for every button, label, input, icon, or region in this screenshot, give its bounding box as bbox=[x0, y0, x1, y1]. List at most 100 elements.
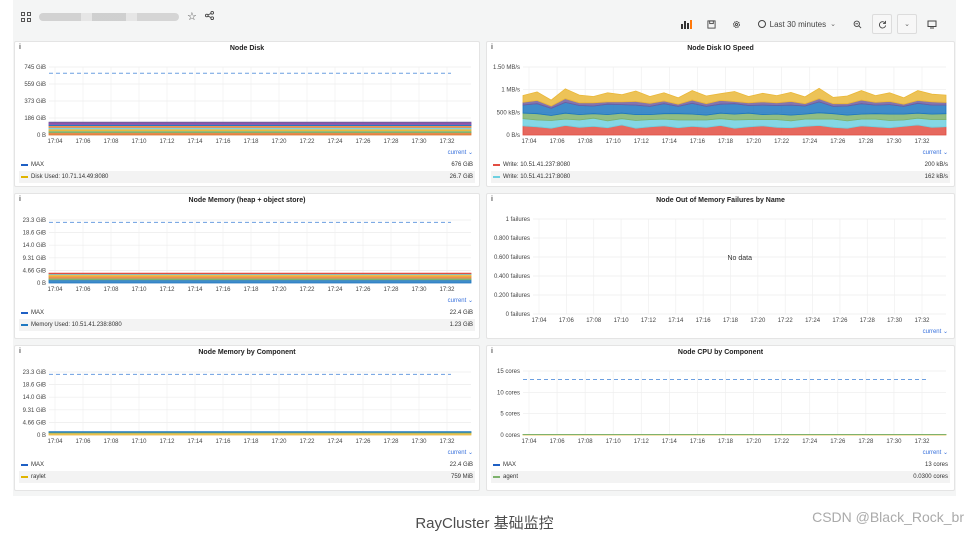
tv-mode-button[interactable] bbox=[922, 14, 942, 34]
legend-item-name: raylet bbox=[31, 474, 46, 480]
time-range-picker[interactable]: Last 30 minutes ⌄ bbox=[752, 14, 842, 34]
dashboard-settings-button[interactable] bbox=[727, 14, 747, 34]
y-tick-label: 18.6 GiB bbox=[23, 383, 46, 389]
x-tick-label: 17:14 bbox=[187, 439, 203, 445]
panel-node-cpu-by-component[interactable]: i Node CPU by Component 15 cores 10 cores 5 … bbox=[486, 345, 955, 491]
x-tick-label: 17:18 bbox=[718, 439, 734, 445]
chart-plot[interactable]: 15 cores 10 cores 5 cores 0 cores17:04 17:06… bbox=[487, 346, 955, 449]
legend-swatch bbox=[493, 476, 500, 478]
chart-plot[interactable]: 1.50 MB/s 1 MB/s 500 kB/s 0 B/s17:04 17:06 17… bbox=[487, 42, 955, 149]
legend-item[interactable]: MAX 676 GiB bbox=[19, 159, 475, 171]
legend-item[interactable]: Write: 10.51.41.237:8080 200 kB/s bbox=[491, 159, 950, 171]
panel-node-out-of-memory-failures-by-name[interactable]: i Node Out of Memory Failures by Name 1 fa… bbox=[486, 193, 955, 339]
legend-item-name: Write: 10.51.41.237:8080 bbox=[503, 162, 571, 168]
chart-plot[interactable]: 1 failures 0.800 failures 0.600 failures 0.… bbox=[487, 194, 955, 328]
y-tick-label: 0.200 failures bbox=[494, 293, 530, 299]
legend-item[interactable]: MAX 22.4 GiB bbox=[19, 459, 475, 471]
legend-item[interactable]: agent 0.0300 cores bbox=[491, 471, 950, 483]
legend-item[interactable]: MAX 22.4 GiB bbox=[19, 307, 475, 319]
y-tick-label: 373 GiB bbox=[24, 99, 46, 105]
legend-item-value: 676 GiB bbox=[451, 162, 473, 168]
x-tick-label: 17:20 bbox=[746, 139, 762, 145]
legend-item[interactable]: Disk Used: 10.71.14.49:8080 26.7 GiB bbox=[19, 171, 475, 183]
legend-item-value: 200 kB/s bbox=[924, 162, 948, 168]
chart-plot[interactable]: 23.3 GiB 18.6 GiB 14.0 GiB 9.31 GiB 4.66 GiB… bbox=[15, 194, 480, 297]
panel-node-memory-by-component[interactable]: i Node Memory by Component 23.3 GiB 18.6 Gi… bbox=[14, 345, 480, 491]
dashboards-grid-icon[interactable] bbox=[21, 11, 31, 22]
legend-item[interactable]: MAX 13 cores bbox=[491, 459, 950, 471]
x-tick-label: 17:12 bbox=[634, 439, 650, 445]
y-tick-label: 23.3 GiB bbox=[23, 370, 46, 376]
x-tick-label: 17:16 bbox=[215, 439, 231, 445]
x-tick-label: 17:14 bbox=[187, 139, 203, 145]
x-tick-label: 17:32 bbox=[439, 439, 455, 445]
x-tick-label: 17:14 bbox=[187, 287, 203, 293]
x-tick-label: 17:32 bbox=[914, 439, 930, 445]
chart-plot[interactable]: 23.3 GiB 18.6 GiB 14.0 GiB 9.31 GiB 4.66 GiB… bbox=[15, 346, 480, 449]
x-tick-label: 17:28 bbox=[858, 139, 874, 145]
legend-sort-dropdown[interactable]: current ⌄ bbox=[923, 449, 948, 456]
x-tick-label: 17:04 bbox=[47, 439, 63, 445]
refresh-interval-dropdown[interactable]: ⌄ bbox=[897, 14, 917, 34]
panel-node-disk-io-speed[interactable]: i Node Disk IO Speed 1.50 MB/s 1 MB/s 500 kB… bbox=[486, 41, 955, 187]
zoom-out-icon bbox=[853, 20, 861, 28]
x-tick-label: 17:18 bbox=[243, 287, 259, 293]
y-tick-label: 0 B bbox=[37, 133, 46, 139]
x-tick-label: 17:04 bbox=[47, 287, 63, 293]
legend-item-value: 22.4 GiB bbox=[449, 310, 473, 316]
x-tick-label: 17:10 bbox=[131, 439, 147, 445]
legend-item[interactable]: Memory Used: 10.51.41.238:8080 1.23 GiB bbox=[19, 319, 475, 331]
x-tick-label: 17:08 bbox=[586, 318, 602, 324]
legend-item[interactable]: raylet 759 MiB bbox=[19, 471, 475, 483]
x-tick-label: 17:16 bbox=[690, 139, 706, 145]
x-tick-label: 17:12 bbox=[634, 139, 650, 145]
x-tick-label: 17:10 bbox=[606, 439, 622, 445]
refresh-button[interactable] bbox=[872, 14, 892, 34]
x-tick-label: 17:24 bbox=[802, 439, 818, 445]
y-tick-label: 0 failures bbox=[506, 312, 530, 318]
refresh-icon bbox=[878, 20, 886, 28]
legend-swatch bbox=[21, 176, 28, 178]
x-tick-label: 17:30 bbox=[886, 439, 902, 445]
x-tick-label: 17:32 bbox=[914, 139, 930, 145]
x-tick-label: 17:30 bbox=[411, 287, 427, 293]
series-area-5 bbox=[48, 272, 472, 275]
legend-swatch bbox=[21, 164, 28, 166]
legend-sort-dropdown[interactable]: current ⌄ bbox=[448, 449, 473, 456]
legend-sort-dropdown[interactable]: current ⌄ bbox=[923, 149, 948, 156]
legend-sort-dropdown[interactable]: current ⌄ bbox=[448, 149, 473, 156]
legend-sort-dropdown[interactable]: current ⌄ bbox=[923, 328, 948, 335]
x-tick-label: 17:18 bbox=[243, 439, 259, 445]
legend-item-name: Write: 10.51.41.217:8080 bbox=[503, 174, 571, 180]
legend-sort-dropdown[interactable]: current ⌄ bbox=[448, 297, 473, 304]
y-tick-label: 0.400 failures bbox=[494, 274, 530, 280]
add-panel-button[interactable] bbox=[677, 14, 697, 34]
x-tick-label: 17:18 bbox=[718, 139, 734, 145]
panel-node-memory-heap-object-store[interactable]: i Node Memory (heap + object store) 23.3 G… bbox=[14, 193, 480, 339]
x-tick-label: 17:10 bbox=[606, 139, 622, 145]
chart-plot[interactable]: 745 GiB 559 GiB 373 GiB 186 GiB 0 B17:04 17:0… bbox=[15, 42, 480, 149]
legend-swatch bbox=[493, 176, 500, 178]
panel-legend: MAX 676 GiB Disk Used: 10.71.14.49:8080 26.… bbox=[19, 159, 475, 186]
x-tick-label: 17:06 bbox=[75, 139, 91, 145]
legend-item-value: 162 kB/s bbox=[924, 174, 948, 180]
save-dashboard-button[interactable] bbox=[702, 14, 722, 34]
dashboard-title-blurred[interactable] bbox=[39, 12, 179, 21]
legend-item-value: 26.7 GiB bbox=[449, 174, 473, 180]
clock-icon bbox=[757, 20, 766, 28]
share-icon[interactable] bbox=[204, 11, 214, 22]
panel-node-disk[interactable]: i Node Disk 745 GiB 559 GiB 373 GiB 186 GiB 0 … bbox=[14, 41, 480, 187]
legend-item-value: 759 MiB bbox=[450, 474, 473, 480]
x-tick-label: 17:24 bbox=[805, 318, 821, 324]
y-tick-label: 0.800 failures bbox=[494, 236, 530, 242]
y-tick-label: 5 cores bbox=[500, 412, 520, 418]
panel-legend: MAX 13 cores agent 0.0300 cores bbox=[491, 459, 950, 487]
zoom-out-button[interactable] bbox=[847, 14, 867, 34]
x-tick-label: 17:28 bbox=[383, 139, 399, 145]
time-range-label: Last 30 minutes bbox=[769, 19, 827, 29]
legend-item[interactable]: Write: 10.51.41.217:8080 162 kB/s bbox=[491, 171, 950, 183]
star-icon[interactable]: ☆ bbox=[187, 11, 197, 22]
x-tick-label: 17:06 bbox=[550, 439, 566, 445]
x-tick-label: 17:22 bbox=[774, 439, 790, 445]
panel-legend: MAX 22.4 GiB Memory Used: 10.51.41.238:808… bbox=[19, 307, 475, 335]
